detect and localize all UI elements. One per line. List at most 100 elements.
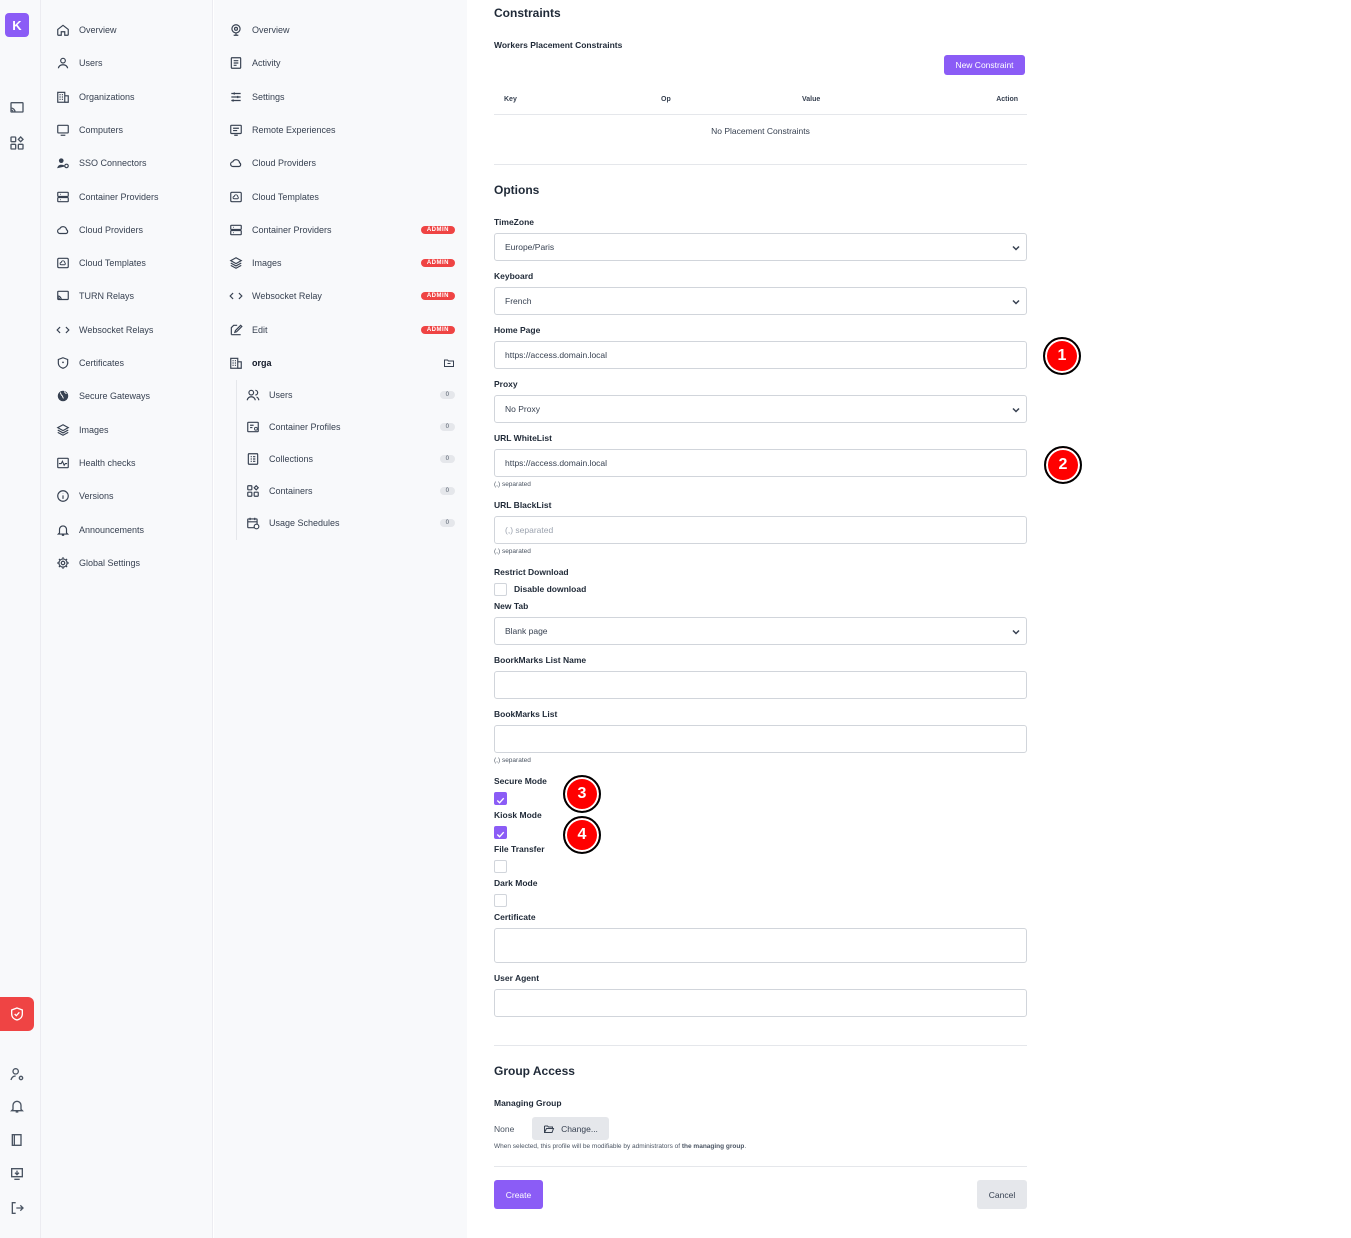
nav-turn-relays[interactable]: TURN Relays [56, 286, 134, 306]
cancel-button[interactable]: Cancel [977, 1180, 1027, 1209]
chevron-down-icon [1010, 296, 1022, 308]
options-title: Options [494, 183, 540, 197]
nav-overview[interactable]: Overview [56, 20, 117, 40]
code-arrows-icon [229, 289, 243, 303]
timezone-select[interactable]: Europe/Paris [494, 233, 1027, 261]
nav2-org[interactable]: orga [229, 353, 455, 373]
nav2-websocket-relay[interactable]: Websocket Relay ADMIN [229, 286, 455, 306]
restrict-download-label: Restrict Download [494, 567, 569, 577]
cast-icon[interactable] [9, 100, 25, 116]
layers-icon [229, 256, 243, 270]
nav-container-providers[interactable]: Container Providers [56, 187, 159, 207]
bookmarks-list-input[interactable] [494, 725, 1027, 753]
certificate-textarea[interactable] [494, 928, 1027, 963]
building-icon [229, 356, 243, 370]
user-agent-input[interactable] [494, 989, 1027, 1017]
logout-icon[interactable] [9, 1200, 25, 1216]
nav2-cloud-providers[interactable]: Cloud Providers [229, 153, 455, 173]
icon-rail: K [0, 0, 41, 1238]
nav-health-checks[interactable]: Health checks [56, 453, 136, 473]
server-icon [229, 223, 243, 237]
gear-icon [56, 556, 70, 570]
nav-label: Cloud Providers [252, 158, 317, 168]
nav-label: Users [269, 390, 293, 400]
nav-websocket-relays[interactable]: Websocket Relays [56, 320, 153, 340]
folder-icon[interactable] [443, 357, 455, 369]
nav-certificates[interactable]: Certificates [56, 353, 124, 373]
dark-mode-checkbox[interactable] [494, 894, 507, 907]
user-cog-icon[interactable] [9, 1066, 25, 1082]
subnav-collections[interactable]: Collections 0 [246, 449, 455, 469]
nav-announcements[interactable]: Announcements [56, 520, 144, 540]
cloud-template-icon [56, 256, 70, 270]
subnav-container-profiles[interactable]: Container Profiles 0 [246, 417, 455, 437]
book-icon[interactable] [9, 1132, 25, 1148]
column-header-key: Key [504, 96, 517, 103]
nav-label: Container Profiles [269, 422, 341, 432]
bell-icon[interactable] [9, 1098, 25, 1114]
nav-users[interactable]: Users [56, 53, 103, 73]
nav-sso-connectors[interactable]: SSO Connectors [56, 153, 147, 173]
download-icon[interactable] [9, 1166, 25, 1182]
new-tab-value: Blank page [505, 626, 548, 636]
grid-icon[interactable] [9, 135, 25, 151]
keyboard-value: French [505, 296, 532, 306]
nav-label: Container Providers [252, 225, 332, 235]
nav-secure-gateways[interactable]: Secure Gateways [56, 386, 150, 406]
admin-badge: ADMIN [420, 292, 455, 300]
proxy-label: Proxy [494, 379, 518, 389]
home-page-input[interactable]: https://access.domain.local [494, 341, 1027, 369]
count-badge: 0 [439, 455, 455, 463]
nav-label: Remote Experiences [252, 125, 336, 135]
url-whitelist-input[interactable]: https://access.domain.local [494, 449, 1027, 477]
proxy-select[interactable]: No Proxy [494, 395, 1027, 423]
nav-cloud-templates[interactable]: Cloud Templates [56, 253, 146, 273]
url-blacklist-input[interactable]: (,) separated [494, 516, 1027, 544]
column-header-value: Value [802, 96, 821, 103]
change-group-button[interactable]: Change... [532, 1117, 609, 1140]
app-logo[interactable]: K [5, 13, 29, 37]
nav-label: Organizations [79, 92, 135, 102]
new-constraint-button[interactable]: New Constraint [944, 55, 1025, 75]
nav-label: Websocket Relay [252, 291, 322, 301]
help-suffix: . [744, 1143, 747, 1150]
nav-versions[interactable]: Versions [56, 486, 114, 506]
subnav-users[interactable]: Users 0 [246, 385, 455, 405]
collection-icon [246, 452, 260, 466]
url-blacklist-help: (,) separated [494, 548, 531, 555]
nav2-images[interactable]: Images ADMIN [229, 253, 455, 273]
nav-cloud-providers[interactable]: Cloud Providers [56, 220, 143, 240]
check-icon [495, 829, 506, 840]
subnav-containers[interactable]: Containers 0 [246, 481, 455, 501]
nav-label: Collections [269, 454, 314, 464]
nav2-container-providers[interactable]: Container Providers ADMIN [229, 220, 455, 240]
nav2-overview[interactable]: Overview [229, 20, 455, 40]
nav2-cloud-templates[interactable]: Cloud Templates [229, 187, 455, 207]
nav-label: Cloud Templates [252, 192, 319, 202]
bell-icon [56, 523, 70, 537]
nav-label: Versions [79, 491, 114, 501]
bookmarks-name-input[interactable] [494, 671, 1027, 699]
nav-computers[interactable]: Computers [56, 120, 123, 140]
nav-label: Container Providers [79, 192, 159, 202]
file-transfer-checkbox[interactable] [494, 860, 507, 873]
kiosk-mode-checkbox[interactable] [494, 826, 507, 839]
timezone-label: TimeZone [494, 217, 534, 227]
nav2-remote-experiences[interactable]: Remote Experiences [229, 120, 455, 140]
subnav-usage-schedules[interactable]: Usage Schedules 0 [246, 513, 455, 533]
create-button[interactable]: Create [494, 1180, 543, 1209]
url-whitelist-value: https://access.domain.local [505, 458, 608, 468]
disable-download-checkbox[interactable] [494, 583, 507, 596]
column-header-action: Action [996, 96, 1018, 103]
nav-global-settings[interactable]: Global Settings [56, 553, 140, 573]
nav2-edit[interactable]: Edit ADMIN [229, 320, 455, 340]
secure-mode-checkbox[interactable] [494, 792, 507, 805]
nav2-settings[interactable]: Settings [229, 87, 455, 107]
nav-images[interactable]: Images [56, 420, 109, 440]
new-tab-select[interactable]: Blank page [494, 617, 1027, 645]
keyboard-select[interactable]: French [494, 287, 1027, 315]
bookmarks-list-help: (,) separated [494, 757, 531, 764]
nav2-activity[interactable]: Activity [229, 53, 455, 73]
security-rail-button[interactable] [0, 997, 34, 1031]
nav-organizations[interactable]: Organizations [56, 87, 135, 107]
